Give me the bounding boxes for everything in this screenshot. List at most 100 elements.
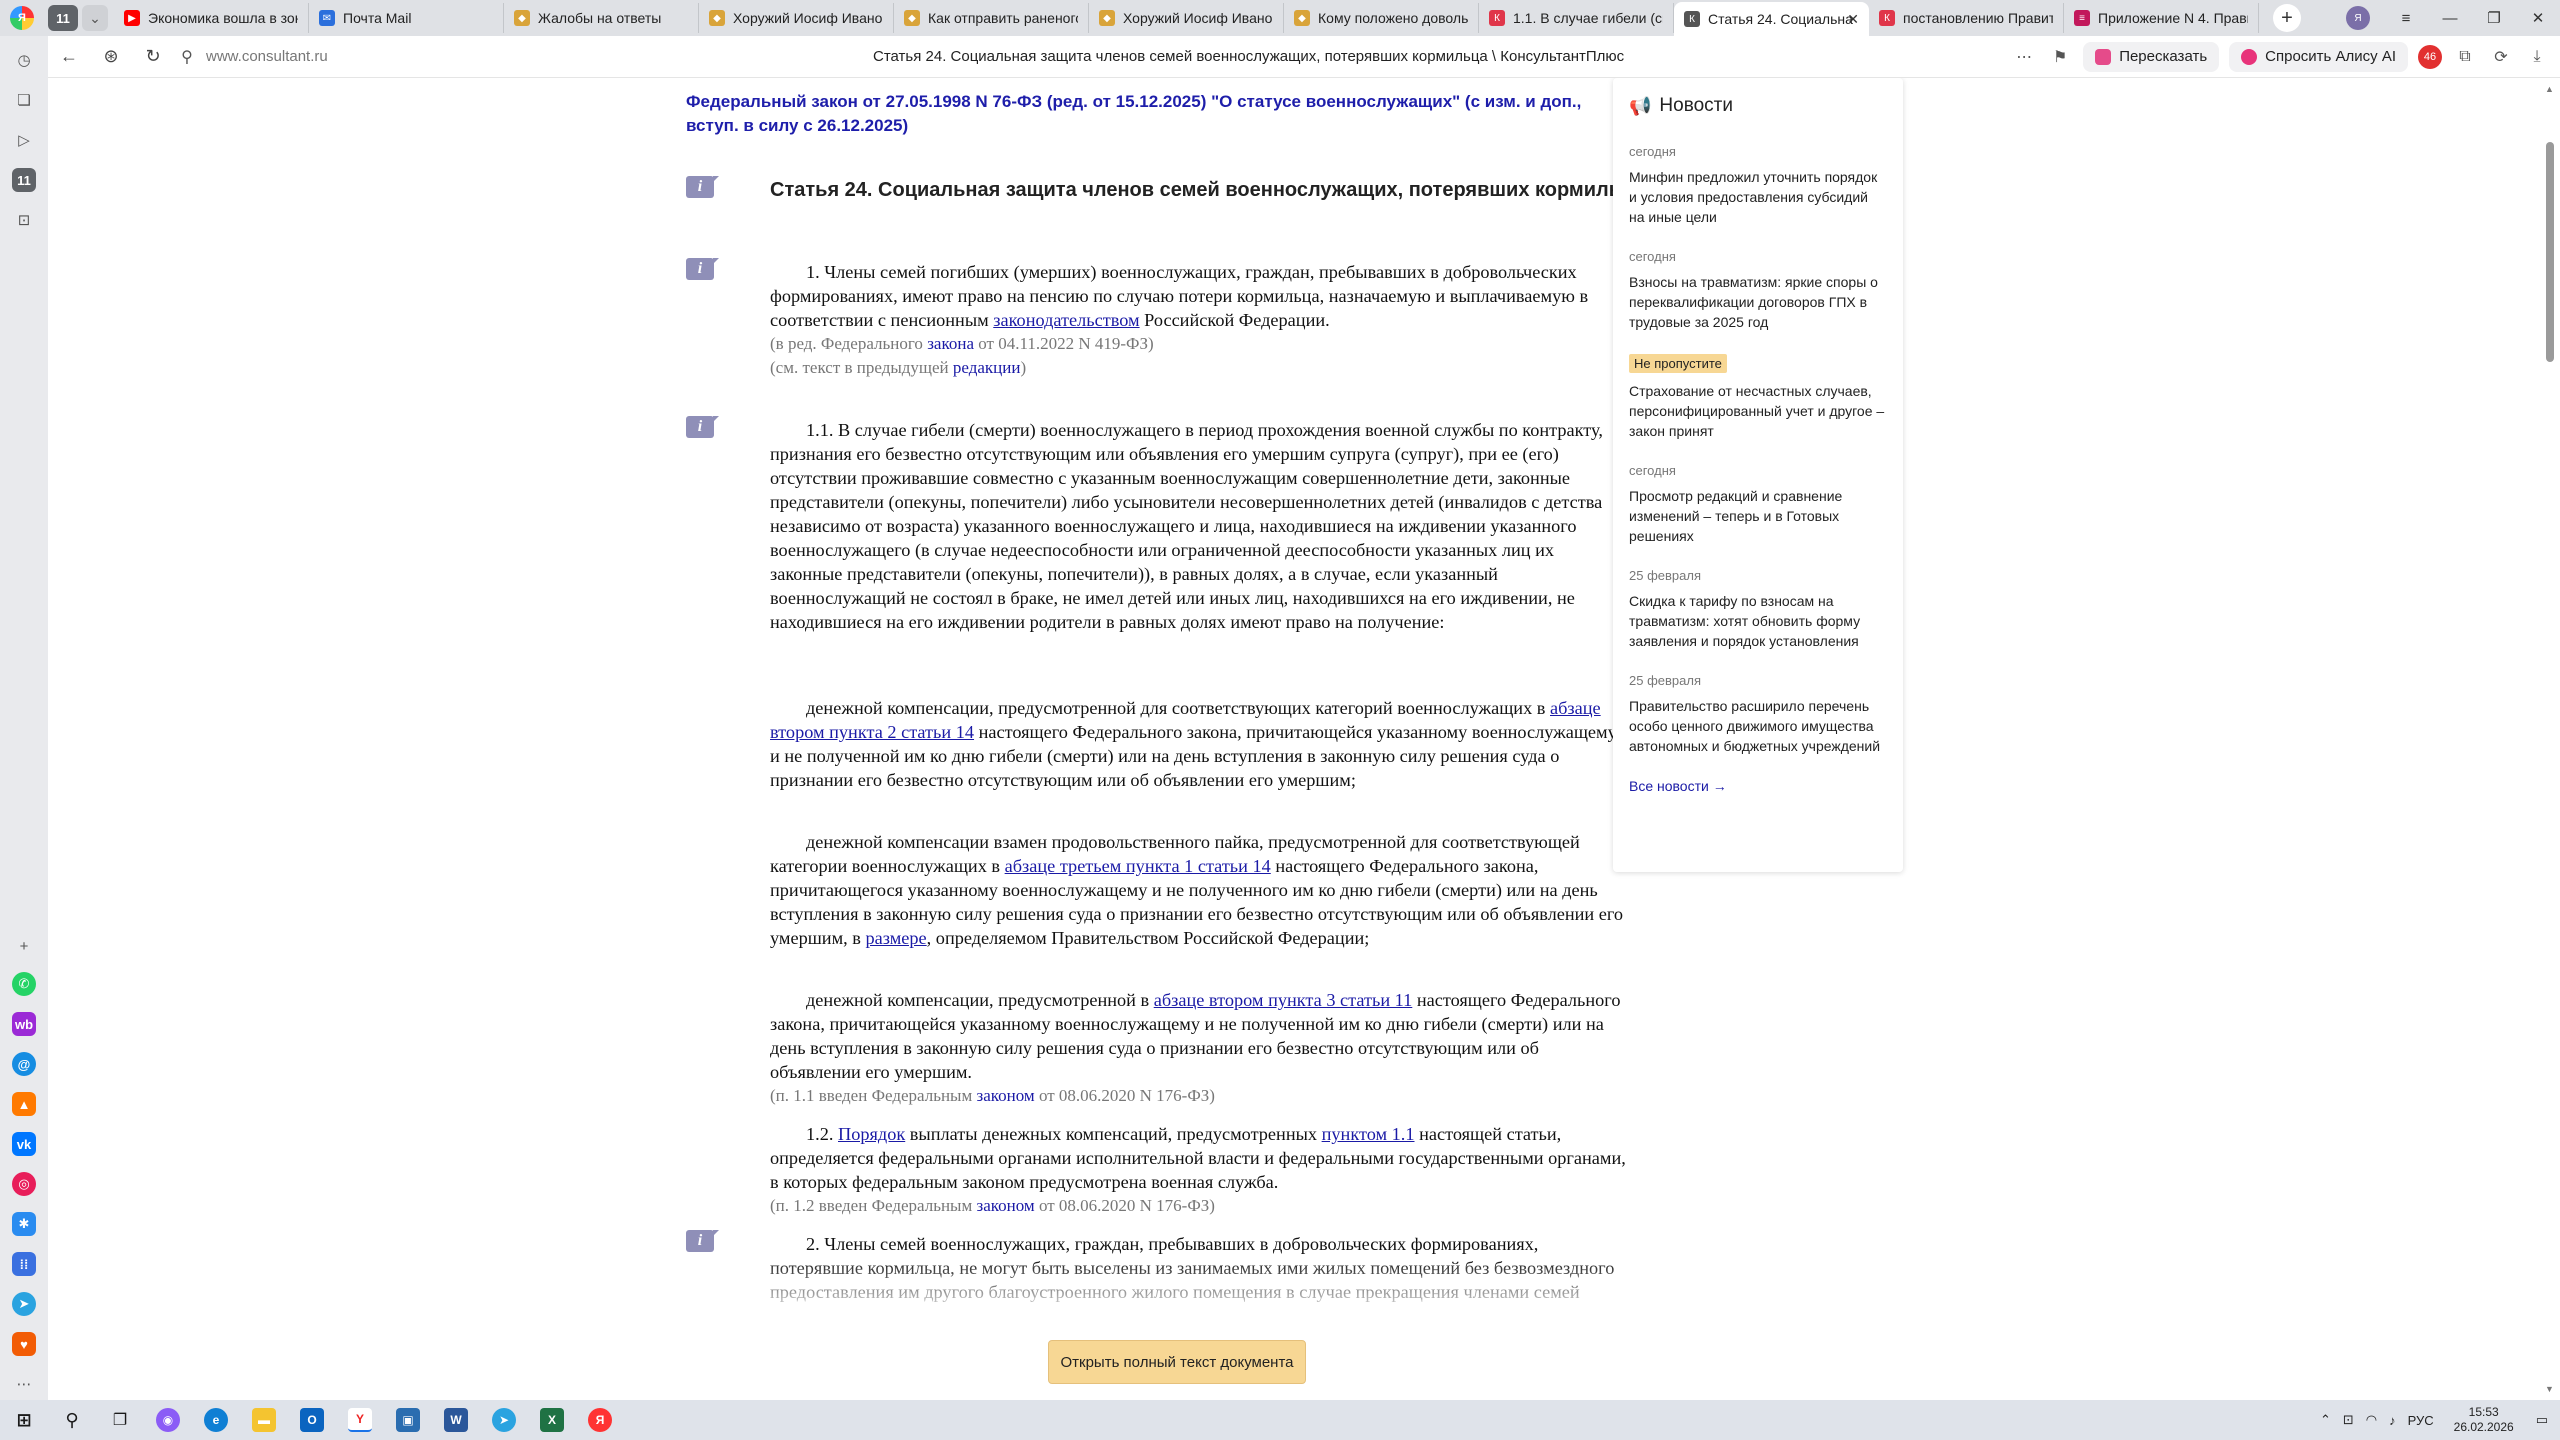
language-indicator[interactable]: РУС [2408, 1413, 2434, 1428]
clause-1-1-link[interactable]: пунктом 1.1 [1322, 1124, 1415, 1144]
close-icon[interactable]: ✕ [1847, 11, 1859, 28]
more-dots-icon[interactable]: ⋯ [2011, 47, 2037, 67]
menu-icon[interactable]: ≡ [2384, 10, 2428, 27]
taskbar-yandex-app[interactable]: Я [576, 1400, 624, 1440]
taskbar-explorer[interactable]: ▬ [240, 1400, 288, 1440]
scroll-down-icon[interactable]: ▼ [2545, 1384, 2554, 1394]
taskbar-outlook[interactable]: O [288, 1400, 336, 1440]
market-icon[interactable]: ♥ [12, 1332, 36, 1356]
edition-link[interactable]: редакции [953, 358, 1021, 377]
collections-icon[interactable]: ❏ [12, 88, 36, 112]
play-icon[interactable]: ▷ [12, 128, 36, 152]
whatsapp-icon[interactable]: ✆ [12, 972, 36, 996]
download-icon[interactable]: ⤓ [2524, 48, 2550, 66]
news-item[interactable]: Не пропустите Страхование от несчастных … [1629, 354, 1887, 441]
chevron-up-icon[interactable]: ⌃ [2320, 1412, 2331, 1428]
flame-icon[interactable]: ▲ [12, 1092, 36, 1116]
apps-icon[interactable]: ⁞⁞ [12, 1252, 36, 1276]
close-window-icon[interactable]: ✕ [2516, 9, 2560, 27]
taskbar-excel[interactable]: X [528, 1400, 576, 1440]
all-news-link[interactable]: Все новости → [1629, 778, 1887, 794]
document-header[interactable]: Федеральный закон от 27.05.1998 N 76-ФЗ … [686, 90, 1606, 138]
clock[interactable]: 15:53 26.02.2026 [2454, 1405, 2514, 1435]
screenshot-icon[interactable]: ⊡ [12, 208, 36, 232]
taskbar-remote[interactable]: ▣ [384, 1400, 432, 1440]
tab-economy[interactable]: ▶ Экономика вошла в зону [114, 3, 309, 33]
open-full-text-button[interactable]: Открыть полный текст документа [1048, 1340, 1306, 1384]
tab-khoruzhiy-2[interactable]: ◆ Хоружий Иосиф Иванов [1089, 3, 1284, 33]
bookmark-icon[interactable]: ⚑ [2047, 47, 2073, 67]
law-link[interactable]: закона [927, 334, 974, 353]
taskbar-alice[interactable]: ◉ [144, 1400, 192, 1440]
tab-article-24[interactable]: К Статья 24. Социальна ✕ [1674, 2, 1869, 36]
taskbar-edge[interactable]: e [192, 1400, 240, 1440]
amount-link[interactable]: размере [866, 928, 927, 948]
taskbar-yandex[interactable]: Y [336, 1400, 384, 1440]
tabs-icon[interactable]: 11 [12, 168, 36, 192]
music-icon[interactable]: ◎ [12, 1172, 36, 1196]
start-button[interactable]: ⊞ [0, 1400, 48, 1440]
procedure-link[interactable]: Порядок [838, 1124, 905, 1144]
network-icon[interactable]: ⊡ [2343, 1412, 2354, 1428]
tab-death-case[interactable]: К 1.1. В случае гибели (сме [1479, 3, 1674, 33]
lock-icon[interactable]: ⚲ [174, 47, 200, 67]
article-11-p3-link[interactable]: абзаце втором пункта 3 статьи 11 [1154, 990, 1413, 1010]
telegram-icon[interactable]: ➤ [12, 1292, 36, 1316]
notifications-icon[interactable]: ▭ [2536, 1412, 2548, 1428]
scroll-up-icon[interactable]: ▲ [2545, 84, 2554, 94]
extension-badge[interactable]: 46 [2418, 44, 2442, 69]
history-icon[interactable]: ◷ [12, 48, 36, 72]
shield-icon[interactable]: ⊛ [90, 46, 132, 67]
more-icon[interactable]: ⋯ [12, 1372, 36, 1396]
info-icon[interactable]: i [686, 416, 719, 438]
zen-icon[interactable]: ✱ [12, 1212, 36, 1236]
tab-count-badge[interactable]: 11 [48, 5, 78, 31]
url-host[interactable]: www.consultant.ru [206, 48, 486, 65]
page-title[interactable]: Статья 24. Социальная защита членов семе… [486, 48, 2011, 65]
tab-complaints[interactable]: ◆ Жалобы на ответы [504, 3, 699, 33]
search-button[interactable]: ⚲ [48, 1400, 96, 1440]
tab-appendix-4[interactable]: ≡ Приложение N 4. Прави [2064, 3, 2259, 33]
article-14-p1-link[interactable]: абзаце третьем пункта 1 статьи 14 [1005, 856, 1271, 876]
back-button[interactable]: ← [48, 46, 90, 67]
mail-ru-icon[interactable]: @ [12, 1052, 36, 1076]
info-icon[interactable]: i [686, 1230, 719, 1252]
volume-icon[interactable]: ♪ [2389, 1413, 2396, 1428]
info-icon[interactable]: i [686, 176, 719, 198]
reload-button[interactable]: ↻ [132, 46, 174, 67]
tab-allowance[interactable]: ◆ Кому положено доволь [1284, 3, 1479, 33]
vk-icon[interactable]: vk [12, 1132, 36, 1156]
task-view-button[interactable]: ❐ [96, 1400, 144, 1440]
tab-khoruzhiy-1[interactable]: ◆ Хоружий Иосиф Иванов [699, 3, 894, 33]
tab-government-decree[interactable]: Кпостановлению Правит [1869, 3, 2064, 33]
restore-icon[interactable]: ❐ [2472, 9, 2516, 27]
info-icon[interactable]: i [686, 258, 719, 280]
extensions-icon[interactable]: ⧉ [2452, 48, 2478, 66]
yandex-browser-logo[interactable]: Я [0, 0, 44, 36]
wifi-icon[interactable]: ◠ [2366, 1412, 2377, 1428]
avatar[interactable]: Я [2346, 6, 2370, 30]
tab-mail[interactable]: ✉ Почта Mail [309, 3, 504, 33]
minimize-icon[interactable]: — [2428, 10, 2472, 27]
page-scrollbar[interactable]: ▲ ▼ [2540, 78, 2560, 1400]
law-link[interactable]: законом [976, 1086, 1034, 1105]
news-item[interactable]: сегодня Просмотр редакций и сравнение из… [1629, 463, 1887, 546]
new-tab-button[interactable]: + [2273, 4, 2301, 32]
tab-how-to-send[interactable]: ◆ Как отправить раненого [894, 3, 1089, 33]
remote-desktop-icon: ▣ [396, 1408, 420, 1432]
wildberries-icon[interactable]: wb [12, 1012, 36, 1036]
news-item[interactable]: сегодня Взносы на травматизм: яркие спор… [1629, 249, 1887, 332]
legislation-link[interactable]: законодательством [993, 310, 1139, 330]
scrollbar-thumb[interactable] [2546, 142, 2554, 362]
taskbar-word[interactable]: W [432, 1400, 480, 1440]
ask-alice-button[interactable]: Спросить Алису AI [2229, 41, 2408, 72]
sync-icon[interactable]: ⟳ [2488, 47, 2514, 67]
news-item[interactable]: сегодня Минфин предложил уточнить порядо… [1629, 144, 1887, 227]
chevron-down-icon[interactable]: ⌄ [82, 5, 108, 31]
add-icon[interactable]: + [12, 934, 36, 958]
news-item[interactable]: 25 февраля Правительство расширило переч… [1629, 673, 1887, 756]
retell-button[interactable]: Пересказать [2083, 41, 2220, 72]
law-link[interactable]: законом [976, 1196, 1034, 1215]
news-item[interactable]: 25 февраля Скидка к тарифу по взносам на… [1629, 568, 1887, 651]
taskbar-telegram[interactable]: ➤ [480, 1400, 528, 1440]
